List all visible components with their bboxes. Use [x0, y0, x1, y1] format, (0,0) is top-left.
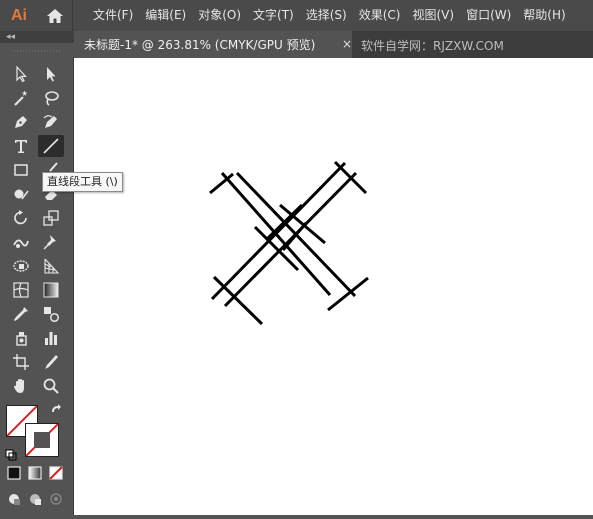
document-tab[interactable]: 未标题-1* @ 263.81% (CMYK/GPU 预览) ×	[74, 31, 352, 58]
magic-wand-icon	[14, 90, 28, 106]
rectangle-icon	[14, 164, 28, 176]
tool-tooltip: 直线段工具 (\)	[42, 172, 123, 192]
rotate-tool[interactable]	[8, 207, 34, 229]
free-transform-tool[interactable]	[8, 255, 34, 277]
rotate-icon	[14, 210, 27, 225]
collapse-icon[interactable]: ◂◂	[6, 32, 15, 42]
lasso-tool[interactable]	[38, 87, 64, 109]
menu-type[interactable]: 文字(T)	[247, 0, 300, 31]
zoom-icon	[43, 378, 59, 394]
pen-icon	[15, 116, 27, 128]
selection-tool[interactable]	[8, 63, 34, 85]
perspective-grid-icon	[44, 258, 60, 274]
menu-edit[interactable]: 编辑(E)	[139, 0, 192, 31]
gradient-tool[interactable]	[38, 279, 64, 301]
mesh-icon	[13, 282, 29, 298]
zoom-tool[interactable]	[38, 375, 64, 397]
hand-icon	[14, 379, 24, 393]
gradient-swatch-icon	[28, 466, 42, 480]
stroke-inner	[34, 432, 50, 448]
home-icon	[47, 8, 63, 23]
blend-tool[interactable]	[38, 303, 64, 325]
menu-help[interactable]: 帮助(H)	[517, 0, 571, 31]
drawing-artwork	[209, 160, 369, 326]
watermark-text: 软件自学网：RJZXW.COM	[361, 39, 504, 53]
color-mode-button[interactable]	[4, 463, 24, 483]
toolbar-grip[interactable]	[0, 43, 74, 57]
column-graph-icon	[45, 332, 57, 345]
scale-icon	[43, 210, 59, 226]
tick-3	[212, 275, 264, 326]
type-icon	[15, 140, 27, 153]
warp-tool[interactable]	[8, 231, 34, 253]
direct-selection-tool[interactable]	[38, 63, 64, 85]
menu-bar: Ai 文件(F) 编辑(E) 对象(O) 文字(T) 选择(S) 效果(C) 视…	[0, 0, 593, 31]
mesh-tool[interactable]	[8, 279, 34, 301]
draw-behind-button[interactable]	[25, 489, 45, 509]
home-button[interactable]	[38, 0, 73, 31]
hand-tool[interactable]	[8, 375, 34, 397]
app-logo: Ai	[11, 6, 27, 24]
artboard-icon	[13, 354, 29, 370]
draw-inside-button[interactable]	[46, 489, 66, 509]
menu-window[interactable]: 窗口(W)	[460, 0, 517, 31]
shaper-tool[interactable]	[8, 183, 34, 205]
magic-wand-tool[interactable]	[8, 87, 34, 109]
arrow-filled-icon	[47, 67, 56, 82]
eyedropper-icon	[14, 307, 28, 321]
toolbar-header[interactable]: ◂◂	[0, 31, 74, 43]
draw-behind-icon	[30, 494, 41, 505]
perspective-grid-tool[interactable]	[38, 255, 64, 277]
menu-select[interactable]: 选择(S)	[300, 0, 353, 31]
symbol-sprayer-icon	[16, 332, 27, 346]
tab-close-icon[interactable]: ×	[342, 37, 352, 51]
free-transform-icon	[13, 260, 29, 272]
artboard-tool[interactable]	[8, 351, 34, 373]
lasso-icon	[45, 91, 59, 106]
slice-icon	[45, 355, 58, 369]
warp-icon	[13, 239, 29, 248]
document-tab-bar: 未标题-1* @ 263.81% (CMYK/GPU 预览) × 软件自学网：R…	[74, 31, 593, 58]
menu-object[interactable]: 对象(O)	[192, 0, 247, 31]
slice-tool[interactable]	[38, 351, 64, 373]
arrow-outline-icon	[16, 65, 27, 83]
draw-normal-button[interactable]	[4, 489, 24, 509]
menu-effect[interactable]: 效果(C)	[353, 0, 407, 31]
column-graph-tool[interactable]	[38, 327, 64, 349]
pin-icon	[43, 235, 56, 250]
artboard-canvas[interactable]	[74, 58, 593, 515]
none-mode-button[interactable]	[46, 463, 66, 483]
menu-file[interactable]: 文件(F)	[87, 0, 139, 31]
pen-tool[interactable]	[8, 111, 34, 133]
line-segment-icon	[43, 138, 59, 154]
shaper-icon	[14, 189, 29, 200]
tools-panel	[0, 57, 74, 515]
symbol-sprayer-tool[interactable]	[8, 327, 34, 349]
gradient-mode-button[interactable]	[25, 463, 45, 483]
none-swatch-icon	[49, 466, 63, 480]
solid-color-icon	[7, 466, 21, 480]
menu-view[interactable]: 视图(V)	[406, 0, 460, 31]
line-segment-tool[interactable]	[38, 135, 64, 157]
tick-4	[327, 276, 369, 312]
type-tool[interactable]	[8, 135, 34, 157]
curvature-pen-icon	[43, 115, 57, 128]
blend-icon	[44, 307, 60, 323]
gradient-icon	[43, 282, 59, 298]
draw-normal-icon	[9, 494, 20, 505]
curvature-tool[interactable]	[38, 111, 64, 133]
document-tab-title: 未标题-1* @ 263.81% (CMYK/GPU 预览)	[84, 38, 316, 52]
eyedropper-tool[interactable]	[8, 303, 34, 325]
puppet-warp-tool[interactable]	[38, 231, 64, 253]
tick-7	[281, 222, 308, 251]
scale-tool[interactable]	[38, 207, 64, 229]
draw-inside-icon	[50, 493, 62, 505]
grip-icon	[14, 50, 60, 52]
rectangle-tool[interactable]	[8, 159, 34, 181]
stroke-swatch[interactable]	[25, 423, 59, 457]
